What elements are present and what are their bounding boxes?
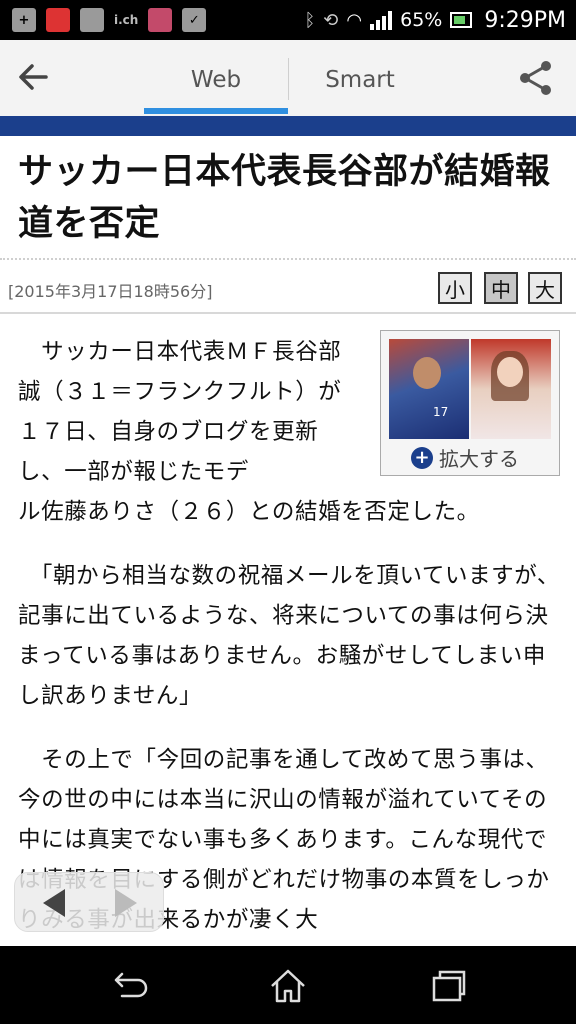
article-headline: サッカー日本代表長谷部が結婚報道を否定 <box>18 152 551 244</box>
font-size-large-button[interactable]: 大 <box>528 272 562 304</box>
elephant-notification-icon <box>148 8 173 32</box>
share-icon[interactable] <box>516 58 560 102</box>
font-size-small-button[interactable]: 小 <box>438 272 472 304</box>
ich-notification-text: i.ch <box>114 13 139 27</box>
article-paragraph-1-end: ル佐藤ありさ（２６）との結婚を否定した。 <box>18 499 480 525</box>
back-arrow-icon[interactable] <box>16 60 60 100</box>
add-notification-icon: + <box>12 8 36 32</box>
previous-arrow-icon[interactable] <box>43 889 65 917</box>
signal-icon <box>370 10 393 30</box>
article-date: [2015年3月17日18時56分] <box>8 282 213 301</box>
divider-dotted <box>0 258 576 260</box>
article-paragraph-1-start: サッカー日本代表ＭＦ長谷部誠（３１＝フランクフルト）が１７日、自身のブログを更新… <box>18 339 342 485</box>
article-pager <box>14 872 164 932</box>
font-size-medium-button[interactable]: 中 <box>484 272 518 304</box>
battery-percent: 65% <box>400 9 443 31</box>
next-arrow-icon[interactable] <box>115 889 137 917</box>
wifi-icon: ◠ <box>346 9 363 31</box>
article-photo[interactable]: 17 + 拡大する <box>380 330 560 476</box>
book-notification-icon <box>80 8 104 32</box>
model-photo <box>471 339 551 439</box>
plus-circle-icon: + <box>411 446 433 469</box>
enlarge-link[interactable]: + 拡大する <box>411 443 519 472</box>
status-bar: + i.ch ✓ ᛒ ⟲ ◠ 65% 9:29PM <box>0 0 576 40</box>
system-nav-bar <box>0 946 576 1024</box>
active-tab-indicator <box>144 108 288 114</box>
jersey-number: 17 <box>433 405 449 419</box>
phone-notification-icon <box>46 8 70 32</box>
divider-solid <box>0 312 576 314</box>
enlarge-label: 拡大する <box>439 447 519 471</box>
site-nav-band <box>0 116 576 136</box>
nav-back-icon[interactable] <box>108 964 152 1008</box>
nav-recents-icon[interactable] <box>426 964 470 1008</box>
player-photo: 17 <box>389 339 469 439</box>
battery-icon <box>450 12 473 28</box>
rotation-icon: ⟲ <box>323 9 339 31</box>
tab-smart[interactable]: Smart <box>290 54 430 106</box>
app-bar: Web Smart <box>0 40 576 118</box>
tab-divider <box>288 58 289 100</box>
article-paragraph-2: 「朝から相当な数の祝福メールを頂いていますが、記事に出ているような、将来について… <box>18 563 561 709</box>
nav-home-icon[interactable] <box>266 964 310 1008</box>
check-notification-icon: ✓ <box>182 8 207 32</box>
bluetooth-icon: ᛒ <box>304 9 316 31</box>
tab-web[interactable]: Web <box>144 54 288 106</box>
clock: 9:29PM <box>484 7 566 33</box>
